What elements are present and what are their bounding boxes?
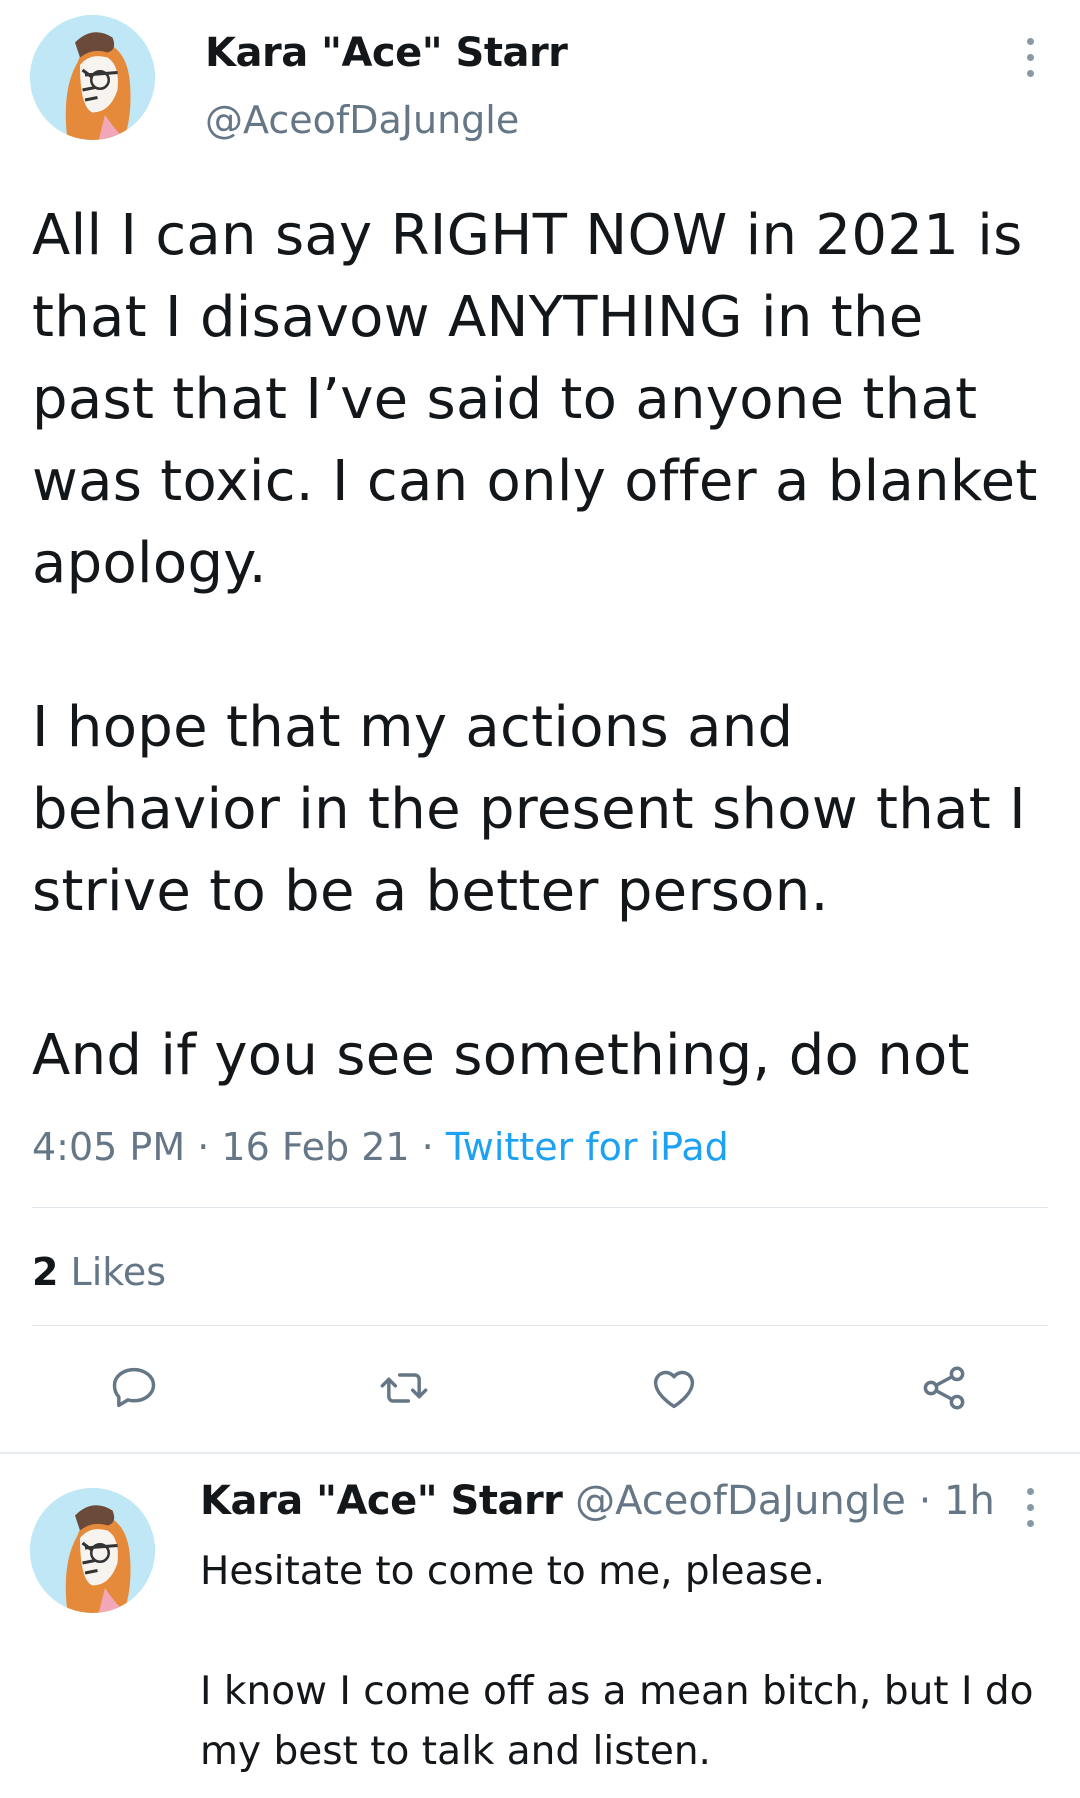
- reply-icon[interactable]: [108, 1362, 160, 1414]
- reply-header: Kara "Ace" Starr @AceofDaJungle · 1h: [200, 1478, 995, 1524]
- likes-number: 2: [32, 1250, 59, 1294]
- reply-time[interactable]: 1h: [944, 1478, 995, 1524]
- retweet-icon[interactable]: [378, 1362, 430, 1414]
- meta-separator: ·: [918, 1478, 932, 1524]
- reply-text: Hesitate to come to me, please. I know I…: [200, 1549, 1034, 1774]
- tweet-date: 16 Feb 21: [221, 1125, 410, 1169]
- reply-avatar[interactable]: [30, 1488, 155, 1613]
- reply-author-name[interactable]: Kara "Ace" Starr: [200, 1478, 563, 1524]
- more-vertical-icon[interactable]: [1020, 38, 1040, 98]
- tweet-meta: 4:05 PM · 16 Feb 21 · Twitter for iPad: [32, 1125, 729, 1169]
- divider: [32, 1207, 1048, 1208]
- meta-separator: ·: [197, 1125, 210, 1169]
- author-handle[interactable]: @AceofDaJungle: [205, 98, 519, 142]
- avatar-image: [30, 15, 155, 140]
- author-name[interactable]: Kara "Ace" Starr: [205, 30, 568, 76]
- share-icon[interactable]: [918, 1362, 970, 1414]
- tweet-source-link[interactable]: Twitter for iPad: [446, 1125, 729, 1169]
- tweet-time: 4:05 PM: [32, 1125, 186, 1169]
- heart-icon[interactable]: [648, 1362, 700, 1414]
- likes-count[interactable]: 2 Likes: [32, 1250, 166, 1294]
- reply-author-handle[interactable]: @AceofDaJungle: [575, 1478, 906, 1524]
- avatar-image: [30, 1488, 155, 1613]
- tweet-text: All I can say RIGHT NOW in 2021 is that …: [32, 203, 1038, 1088]
- more-vertical-icon[interactable]: [1020, 1488, 1040, 1548]
- likes-label: Likes: [70, 1250, 167, 1294]
- divider: [32, 1325, 1048, 1326]
- meta-separator: ·: [421, 1125, 434, 1169]
- section-divider: [0, 1452, 1080, 1454]
- avatar[interactable]: [30, 15, 155, 140]
